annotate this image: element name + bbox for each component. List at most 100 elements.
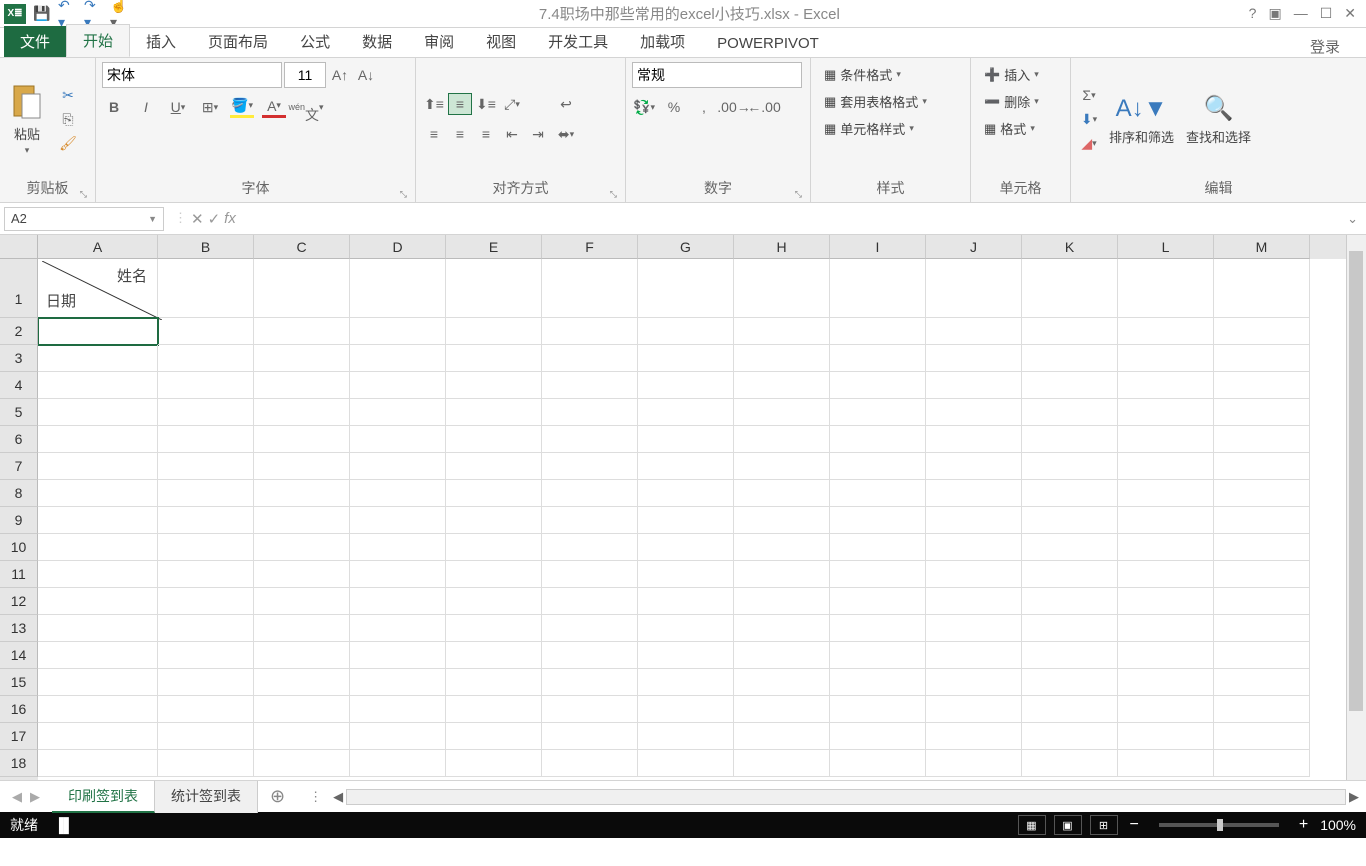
cell[interactable] — [1214, 426, 1310, 453]
cell[interactable] — [830, 318, 926, 345]
cell[interactable] — [350, 318, 446, 345]
cell[interactable] — [1118, 588, 1214, 615]
zoom-slider[interactable] — [1159, 823, 1279, 827]
paste-button[interactable]: 粘贴 ▾ — [6, 80, 48, 158]
cell[interactable] — [158, 318, 254, 345]
cell[interactable] — [1214, 669, 1310, 696]
row-header[interactable]: 9 — [0, 507, 38, 534]
cell[interactable] — [830, 426, 926, 453]
cell[interactable] — [254, 669, 350, 696]
cell[interactable] — [254, 723, 350, 750]
name-box-dropdown-icon[interactable]: ▼ — [148, 214, 157, 224]
cell[interactable] — [1118, 318, 1214, 345]
group-label-font[interactable]: 字体 — [102, 176, 409, 202]
view-page-layout-icon[interactable]: ▣ — [1054, 815, 1082, 835]
cell[interactable] — [1118, 345, 1214, 372]
cell[interactable] — [254, 259, 350, 318]
cell[interactable] — [1214, 318, 1310, 345]
cell[interactable] — [638, 507, 734, 534]
percent-format-icon[interactable]: % — [662, 96, 686, 118]
cell[interactable] — [926, 642, 1022, 669]
comma-format-icon[interactable]: , — [692, 96, 716, 118]
cell[interactable] — [158, 426, 254, 453]
zoom-in-icon[interactable]: + — [1295, 816, 1312, 834]
macro-record-icon[interactable]: ▐▌ — [54, 817, 74, 833]
cell[interactable] — [1118, 399, 1214, 426]
bold-icon[interactable]: B — [102, 96, 126, 118]
hscroll-right-icon[interactable]: ▶ — [1346, 789, 1362, 805]
cell[interactable] — [1022, 372, 1118, 399]
cell[interactable] — [734, 696, 830, 723]
tab-formulas[interactable]: 公式 — [284, 26, 346, 57]
group-label-alignment[interactable]: 对齐方式 — [422, 176, 619, 202]
cell[interactable] — [1022, 750, 1118, 777]
cell[interactable] — [1214, 345, 1310, 372]
col-header[interactable]: L — [1118, 235, 1214, 259]
cell[interactable] — [926, 534, 1022, 561]
tab-home[interactable]: 开始 — [66, 24, 130, 57]
cell[interactable] — [1214, 696, 1310, 723]
row-header[interactable]: 6 — [0, 426, 38, 453]
cell[interactable] — [542, 534, 638, 561]
cell[interactable] — [350, 723, 446, 750]
format-painter-icon[interactable]: 🖌 — [56, 132, 80, 154]
cell[interactable] — [1214, 750, 1310, 777]
cell[interactable] — [542, 399, 638, 426]
cell[interactable] — [350, 588, 446, 615]
fx-icon[interactable]: fx — [224, 210, 236, 228]
cell[interactable] — [38, 399, 158, 426]
cell[interactable] — [158, 696, 254, 723]
cell[interactable] — [1118, 561, 1214, 588]
cell[interactable] — [254, 453, 350, 480]
wrap-text-icon[interactable]: ↩ — [554, 93, 578, 115]
cell[interactable] — [542, 453, 638, 480]
cell[interactable] — [926, 399, 1022, 426]
cells-area[interactable]: 姓名日期 — [38, 259, 1346, 777]
cell[interactable] — [542, 561, 638, 588]
cell[interactable] — [734, 507, 830, 534]
cell[interactable] — [542, 345, 638, 372]
row-header[interactable]: 2 — [0, 318, 38, 345]
cell[interactable] — [1118, 723, 1214, 750]
cell[interactable] — [446, 669, 542, 696]
cell[interactable] — [542, 372, 638, 399]
cell[interactable] — [734, 750, 830, 777]
redo-icon[interactable]: ↷ ▾ — [84, 4, 104, 24]
cell[interactable] — [926, 669, 1022, 696]
row-header[interactable]: 11 — [0, 561, 38, 588]
row-header[interactable]: 7 — [0, 453, 38, 480]
cell[interactable] — [446, 561, 542, 588]
name-box[interactable]: A2 ▼ — [4, 207, 164, 231]
cell[interactable] — [1022, 615, 1118, 642]
cell[interactable] — [158, 669, 254, 696]
align-top-icon[interactable]: ⬆≡ — [422, 93, 446, 115]
cell[interactable] — [158, 642, 254, 669]
cell[interactable] — [734, 345, 830, 372]
row-header[interactable]: 14 — [0, 642, 38, 669]
cell[interactable] — [1214, 259, 1310, 318]
tab-review[interactable]: 审阅 — [408, 26, 470, 57]
cell[interactable] — [926, 615, 1022, 642]
cell[interactable] — [542, 507, 638, 534]
cell[interactable] — [926, 480, 1022, 507]
cell[interactable] — [350, 642, 446, 669]
font-size-select[interactable] — [284, 62, 326, 88]
cell[interactable] — [638, 669, 734, 696]
cell[interactable] — [638, 696, 734, 723]
cell[interactable] — [254, 750, 350, 777]
cell[interactable] — [350, 480, 446, 507]
cell[interactable] — [542, 696, 638, 723]
col-header[interactable]: E — [446, 235, 542, 259]
cell[interactable] — [638, 318, 734, 345]
cell[interactable] — [638, 642, 734, 669]
cell[interactable] — [254, 399, 350, 426]
sheet-nav-next-icon[interactable]: ▶ — [30, 789, 40, 805]
cell[interactable] — [1118, 642, 1214, 669]
ribbon-display-icon[interactable]: ▣ — [1268, 5, 1281, 22]
cell[interactable] — [350, 534, 446, 561]
cell[interactable] — [350, 345, 446, 372]
cell[interactable] — [158, 588, 254, 615]
cell[interactable] — [734, 534, 830, 561]
cell[interactable] — [734, 372, 830, 399]
cell[interactable] — [254, 372, 350, 399]
